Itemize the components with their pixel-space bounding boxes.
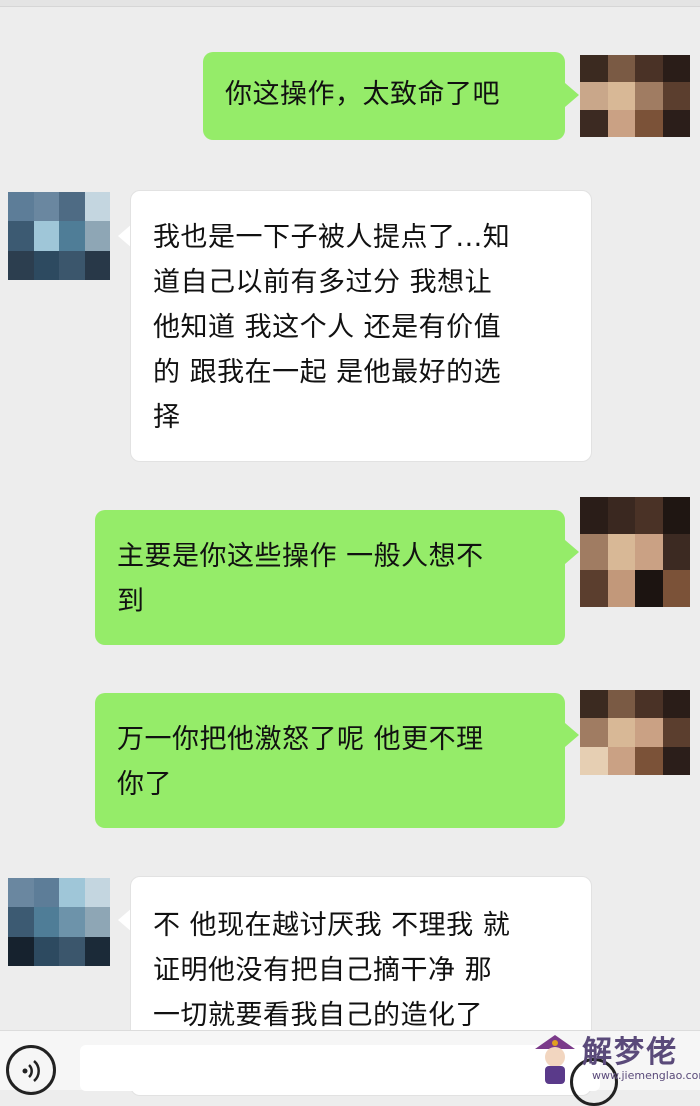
message-line: 我也是一下子被人提点了...知 [153, 222, 511, 253]
message-bubble-me[interactable]: 万一你把他激怒了呢 他更不理 你了 [95, 693, 565, 828]
watermark-title: 解梦佬 [582, 1035, 678, 1070]
message-line: 万一你把他激怒了呢 他更不理 [117, 724, 484, 755]
my-avatar[interactable] [580, 55, 690, 137]
top-divider [0, 0, 700, 7]
message-line: 你了 [117, 769, 172, 800]
message-line: 道自己以前有多过分 我想让 [153, 267, 493, 298]
message-line: 到 [117, 586, 145, 617]
watermark-url: www.jiemenglao.com [592, 1069, 700, 1082]
message-line: 不 他现在越讨厌我 不理我 就 [153, 910, 511, 941]
contact-avatar[interactable] [8, 192, 110, 280]
message-bubble-other[interactable]: 我也是一下子被人提点了...知 道自己以前有多过分 我想让 他知道 我这个人 还… [130, 190, 592, 462]
voice-icon[interactable] [6, 1045, 56, 1095]
my-avatar[interactable] [580, 690, 690, 775]
contact-avatar[interactable] [8, 878, 110, 966]
message-line: 的 跟我在一起 是他最好的选 [153, 357, 502, 388]
message-line: 主要是你这些操作 一般人想不 [117, 541, 484, 572]
watermark: 解梦佬 www.jiemenglao.com [530, 1025, 700, 1089]
message-line: 他知道 我这个人 还是有价值 [153, 312, 502, 343]
message-bubble-me[interactable]: 主要是你这些操作 一般人想不 到 [95, 510, 565, 645]
bubble-tail [565, 540, 579, 564]
message-line: 证明他没有把自己摘干净 那 [153, 955, 493, 986]
message-input[interactable] [80, 1045, 600, 1091]
message-line: 择 [153, 402, 181, 433]
message-line: 你这操作，太致命了吧 [225, 79, 500, 110]
my-avatar[interactable] [580, 497, 690, 607]
bubble-tail [565, 723, 579, 747]
bubble-tail [565, 83, 579, 107]
message-bubble-me[interactable]: 你这操作，太致命了吧 [203, 52, 565, 140]
fortune-teller-logo [535, 1035, 575, 1084]
